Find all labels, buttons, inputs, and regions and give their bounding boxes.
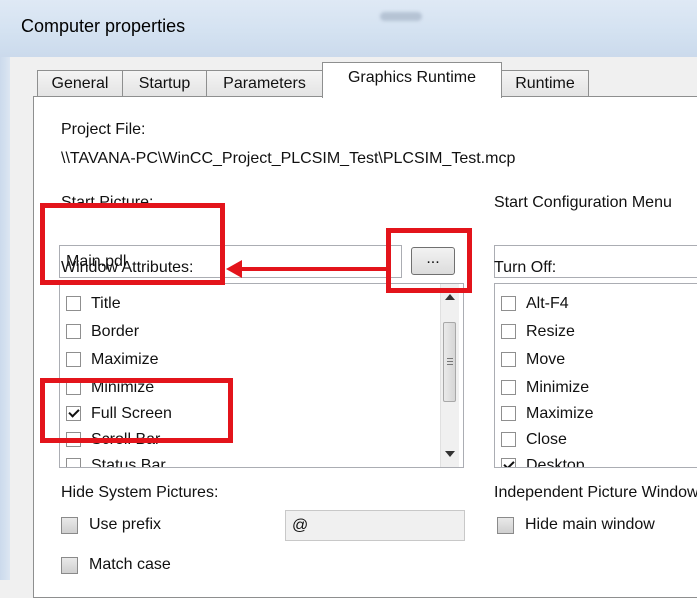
- project-file-label: Project File:: [61, 121, 146, 138]
- close-checkbox[interactable]: [501, 432, 516, 447]
- use-prefix-label: Use prefix: [89, 516, 162, 533]
- list-item-label: Resize: [526, 323, 575, 340]
- annotation-arrow-shaft: [240, 267, 386, 271]
- list-item-label: Title: [91, 295, 121, 312]
- use-prefix-checkbox[interactable]: [61, 517, 78, 534]
- tab-runtime[interactable]: Runtime: [501, 70, 589, 97]
- project-file-path: \\TAVANA-PC\WinCC_Project_PLCSIM_Test\PL…: [61, 150, 516, 167]
- hide-system-pictures-label: Hide System Pictures:: [61, 484, 219, 501]
- full-screen-highlight: [40, 378, 233, 443]
- vertical-scrollbar[interactable]: [440, 284, 459, 467]
- resize-checkbox[interactable]: [501, 324, 516, 339]
- start-picture-highlight: [40, 203, 225, 285]
- alt-f4-checkbox[interactable]: [501, 296, 516, 311]
- maximize-checkbox[interactable]: [501, 406, 516, 421]
- list-item-label: Border: [91, 323, 140, 340]
- list-item-label: Alt-F4: [526, 295, 569, 312]
- hide-main-window-label: Hide main window: [525, 516, 655, 533]
- move-checkbox[interactable]: [501, 352, 516, 367]
- title-bar: Computer properties: [0, 0, 697, 57]
- prefix-field[interactable]: @: [285, 510, 465, 541]
- minimize-checkbox[interactable]: [501, 380, 516, 395]
- scroll-up-arrow-icon[interactable]: [445, 294, 455, 300]
- window-frame-left: [0, 57, 10, 580]
- tab-graphics-runtime[interactable]: Graphics Runtime: [322, 62, 502, 98]
- match-case-label: Match case: [89, 556, 171, 573]
- border-checkbox[interactable]: [66, 324, 81, 339]
- turn-off-list[interactable]: Alt-F4 Resize Move Minimize Maximize Clo…: [494, 283, 697, 468]
- list-item-label: Desktop: [526, 457, 585, 468]
- scroll-thumb[interactable]: [443, 322, 456, 402]
- maximize-checkbox[interactable]: [66, 352, 81, 367]
- tab-parameters[interactable]: Parameters: [206, 70, 323, 97]
- list-item-label: Move: [526, 351, 566, 368]
- scroll-down-arrow-icon[interactable]: [445, 451, 455, 457]
- independent-picture-window-label: Independent Picture Window: [494, 484, 697, 501]
- annotation-arrow-head-icon: [226, 260, 242, 278]
- start-config-menu-label: Start Configuration Menu: [494, 194, 672, 211]
- list-item-label: Maximize: [91, 351, 159, 368]
- match-case-checkbox[interactable]: [61, 557, 78, 574]
- blurred-title-region: [380, 12, 422, 21]
- list-item-label: Maximize: [526, 405, 594, 422]
- list-item-label: Status Bar: [91, 457, 166, 468]
- window-title: Computer properties: [21, 16, 186, 36]
- list-item-label: Close: [526, 431, 567, 448]
- status-bar-checkbox[interactable]: [66, 458, 81, 467]
- list-item-label: Minimize: [526, 379, 590, 396]
- title-checkbox[interactable]: [66, 296, 81, 311]
- tab-general[interactable]: General: [37, 70, 123, 97]
- desktop-checkbox[interactable]: [501, 458, 516, 467]
- browse-button-highlight: [386, 228, 472, 293]
- hide-main-window-checkbox[interactable]: [497, 517, 514, 534]
- tab-startup[interactable]: Startup: [122, 70, 207, 97]
- turn-off-label: Turn Off:: [494, 259, 557, 276]
